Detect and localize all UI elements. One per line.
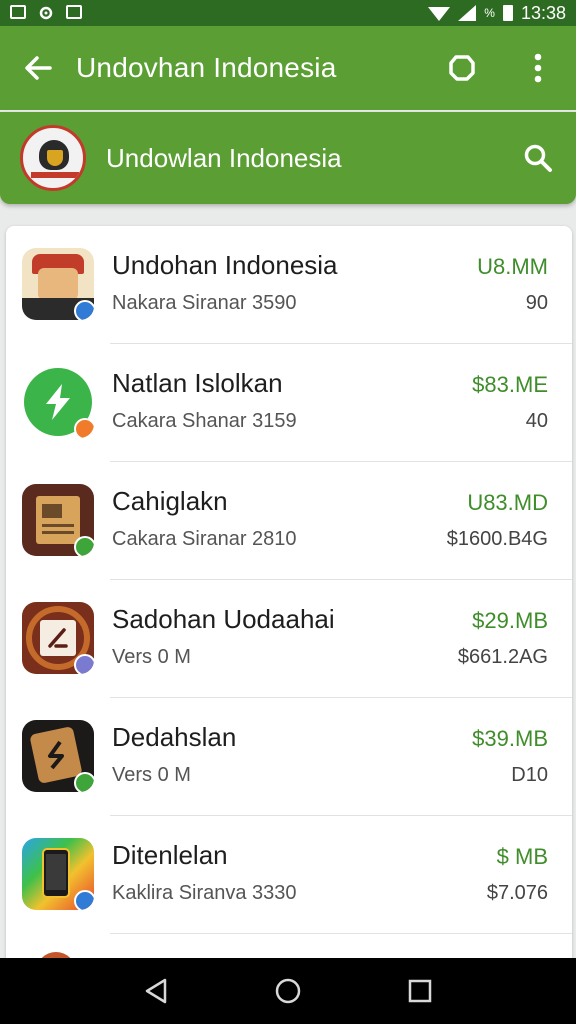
- item-title: Ditenlelan: [112, 840, 228, 870]
- clock: 13:38: [520, 2, 566, 23]
- badge-icon: [74, 890, 94, 910]
- item-meta: $1600.B4G: [446, 528, 548, 550]
- badge-icon: [74, 300, 94, 320]
- app-bar: Undovhan Indonesia: [0, 26, 576, 110]
- nav-recents-button[interactable]: [390, 961, 450, 1021]
- badge-icon: [74, 654, 94, 674]
- book-icon: [22, 484, 94, 556]
- search-icon: [524, 144, 552, 172]
- item-subtitle: Cakara Siranar 2810: [112, 528, 297, 550]
- badge-icon: [74, 536, 94, 556]
- more-vertical-icon: [534, 53, 542, 83]
- triangle-back-icon: [145, 978, 167, 1004]
- square-recents-icon: [408, 979, 432, 1003]
- item-subtitle: Vers 0 M: [112, 646, 191, 668]
- list-item[interactable]: Undohan Indonesia Nakara Siranar 3590 U8…: [6, 226, 572, 344]
- item-price: $39.MB: [472, 726, 548, 751]
- phone-icon: [22, 838, 94, 910]
- item-title: Natlan Islolkan: [112, 368, 283, 398]
- list-item[interactable]: Ditenlelan Kaklira Siranva 3330 $ MB $7.…: [6, 816, 572, 934]
- signal-icon: [458, 5, 477, 21]
- battery-icon: [502, 5, 513, 21]
- image-notification-icon: [10, 5, 26, 19]
- list-item[interactable]: Dedahslan Vers 0 M $39.MB D10: [6, 698, 572, 816]
- item-title: Dedahslan: [112, 722, 237, 752]
- nav-home-button[interactable]: [258, 961, 318, 1021]
- item-subtitle: Kaklira Siranva 3330: [112, 882, 297, 904]
- app-list: Undohan Indonesia Nakara Siranar 3590 U8…: [6, 226, 572, 966]
- item-meta: 90: [525, 292, 548, 314]
- shield-button[interactable]: [424, 26, 500, 110]
- badge-icon: [74, 418, 94, 438]
- pen-icon: [22, 602, 94, 674]
- item-subtitle: Nakara Siranar 3590: [112, 292, 297, 314]
- item-price: $29.MB: [472, 608, 548, 633]
- page-title: Undovhan Indonesia: [76, 52, 337, 83]
- item-title: Sadohan Uodaahai: [112, 604, 335, 634]
- search-header-card: Undowlan Indonesia: [0, 112, 576, 204]
- cat-icon: [22, 720, 94, 792]
- search-button[interactable]: [500, 112, 576, 204]
- item-meta: 40: [525, 410, 548, 432]
- nav-back-button[interactable]: [126, 961, 186, 1021]
- item-subtitle: Cakara Shanar 3159: [112, 410, 297, 432]
- photo-notification-icon: [66, 5, 82, 19]
- list-item[interactable]: Natlan Islolkan Cakara Shanar 3159 $83.M…: [6, 344, 572, 462]
- item-price: $ MB: [496, 844, 548, 869]
- notification-icons: [10, 5, 82, 21]
- item-price: U8.MM: [477, 254, 548, 279]
- badge-icon: [74, 772, 94, 792]
- item-title: Undohan Indonesia: [112, 250, 338, 280]
- arrow-left-icon: [25, 56, 52, 80]
- list-item[interactable]: Sadohan Uodaahai Vers 0 M $29.MB $661.2A…: [6, 580, 572, 698]
- battery-percent-label: %: [484, 6, 495, 20]
- search-header-title: Undowlan Indonesia: [106, 142, 342, 173]
- list-item[interactable]: Cahiglakn Cakara Siranar 2810 U83.MD $16…: [6, 462, 572, 580]
- warrior-icon: [22, 248, 94, 320]
- settings-notification-icon: [39, 6, 53, 20]
- back-button[interactable]: [0, 26, 76, 110]
- item-title: Cahiglakn: [112, 486, 228, 516]
- item-price: $83.ME: [472, 372, 548, 397]
- system-status: % 13:38: [428, 3, 566, 24]
- system-navigation-bar: [0, 958, 576, 1024]
- garuda-emblem-logo: [20, 125, 86, 191]
- green-bolt-icon: [22, 366, 94, 438]
- item-meta: D10: [511, 764, 548, 786]
- overflow-menu-button[interactable]: [500, 26, 576, 110]
- circle-home-icon: [275, 978, 301, 1004]
- wifi-icon: [428, 7, 451, 21]
- item-subtitle: Vers 0 M: [112, 764, 191, 786]
- item-meta: $7.076: [486, 882, 548, 904]
- shield-icon: [449, 55, 475, 81]
- item-price: U83.MD: [467, 490, 548, 515]
- status-bar: % 13:38: [0, 0, 576, 26]
- item-meta: $661.2AG: [457, 646, 548, 668]
